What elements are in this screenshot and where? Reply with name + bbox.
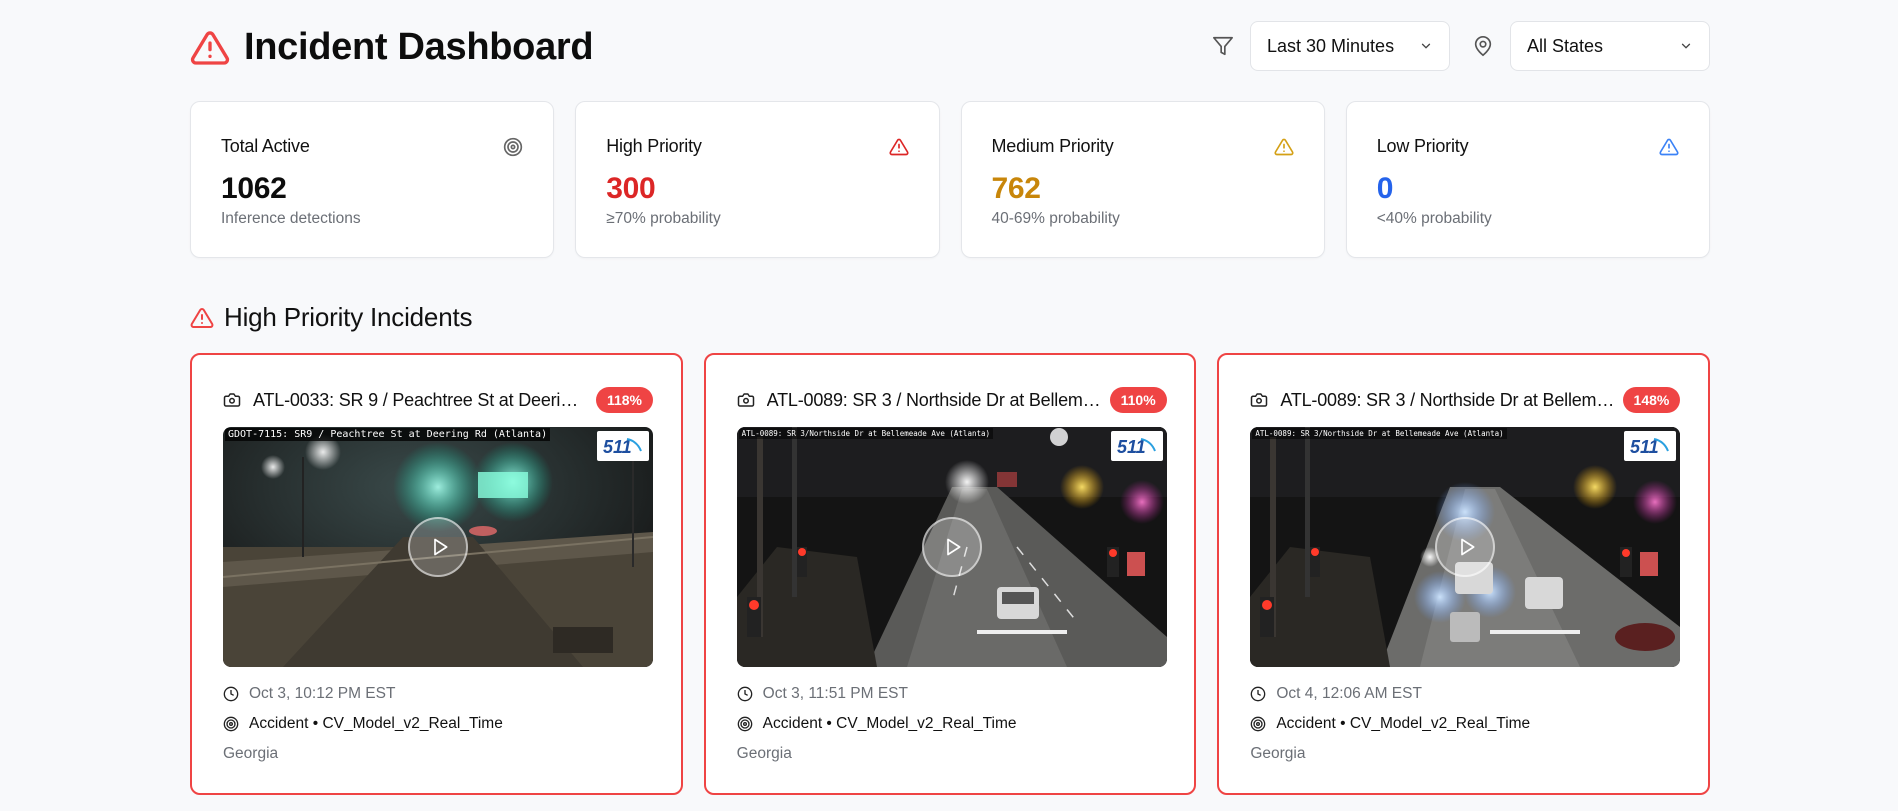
chevron-down-icon — [1681, 43, 1691, 49]
camera-feed[interactable]: GDOT-7115: SR9 / Peachtree St at Deering… — [223, 427, 653, 667]
clock-icon — [737, 686, 753, 702]
camera-icon — [1251, 393, 1268, 407]
clock-icon — [1251, 686, 1266, 702]
incident-card-header: ATL-0089: SR 3 / Northside Dr at Belleme… — [1250, 385, 1681, 415]
camera-banner: ATL-0089: SR 3/Northside Dr at Bellemead… — [738, 428, 994, 439]
alert-triangle-icon — [888, 138, 909, 156]
camera-banner: ATL-0089: SR 3/Northside Dr at Bellemead… — [1252, 428, 1507, 439]
stat-value: 762 — [991, 172, 1041, 205]
filter-icon — [1213, 36, 1233, 56]
play-icon — [947, 538, 961, 556]
incident-state: Georgia — [1250, 745, 1306, 762]
incident-title: ATL-0033: SR 9 / Peachtree St at Deering… — [253, 389, 588, 410]
stat-card-high: High Priority 300 ≥70% probability — [575, 101, 940, 258]
incident-type-text: Accident • CV_Model_v2_Real_Time — [1276, 715, 1531, 732]
chevron-down-icon — [1421, 43, 1431, 49]
incident-type: Accident • CV_Model_v2_Real_Time — [737, 715, 1017, 733]
time-range-select[interactable]: Last 30 Minutes — [1250, 21, 1450, 71]
state-value: All States — [1527, 35, 1604, 56]
clock-icon — [223, 686, 239, 702]
alert-triangle-icon — [1274, 138, 1294, 156]
stat-card-total: Total Active 1062 Inference detections — [190, 101, 555, 258]
play-button[interactable] — [1435, 517, 1496, 577]
probability-badge: 110% — [1109, 387, 1167, 413]
camera-feed[interactable]: ATL-0089: SR 3/Northside Dr at Bellemead… — [1250, 427, 1681, 667]
time-range-value: Last 30 Minutes — [1267, 35, 1395, 56]
stat-card-medium: Medium Priority 762 40-69% probability — [960, 101, 1325, 258]
header: Incident Dashboard Last 30 Minutes All S… — [190, 21, 1710, 74]
play-button[interactable] — [921, 517, 982, 577]
camera-feed[interactable]: ATL-0089: SR 3/Northside Dr at Bellemead… — [736, 427, 1167, 667]
stat-value: 1062 — [221, 172, 287, 205]
incident-card-header: ATL-0033: SR 9 / Peachtree St at Deering… — [223, 385, 653, 415]
probability-badge: 118% — [595, 387, 653, 413]
incident-card-header: ATL-0089: SR 3 / Northside Dr at Belleme… — [737, 385, 1167, 415]
section-title: High Priority Incidents — [224, 302, 473, 332]
stat-label: Low Priority — [1376, 136, 1469, 156]
target-icon — [1251, 716, 1266, 732]
play-button[interactable] — [408, 517, 468, 577]
alert-triangle-icon — [190, 30, 230, 65]
camera-icon — [737, 393, 754, 407]
stat-value: 0 — [1376, 172, 1394, 205]
incident-card[interactable]: ATL-0089: SR 3 / Northside Dr at Belleme… — [1217, 353, 1711, 795]
title-wrap: Incident Dashboard — [190, 26, 594, 69]
incident-card[interactable]: ATL-0033: SR 9 / Peachtree St at Deering… — [190, 353, 683, 795]
stat-label: High Priority — [606, 136, 702, 156]
stats-row: Total Active 1062 Inference detections H… — [190, 101, 1710, 258]
play-icon — [433, 538, 447, 556]
incident-type-text: Accident • CV_Model_v2_Real_Time — [249, 715, 503, 732]
stat-label: Total Active — [221, 136, 310, 156]
stat-value: 300 — [606, 172, 656, 205]
probability-badge: 148% — [1622, 387, 1681, 413]
incident-list: ATL-0033: SR 9 / Peachtree St at Deering… — [190, 353, 1711, 795]
stat-label: Medium Priority — [991, 136, 1114, 156]
incident-title: ATL-0089: SR 3 / Northside Dr at Belleme… — [1280, 389, 1615, 410]
section-heading: High Priority Incidents — [190, 302, 472, 333]
incident-type: Accident • CV_Model_v2_Real_Time — [1250, 715, 1530, 733]
511-logo: 511 — [1110, 431, 1163, 461]
incident-state: Georgia — [223, 745, 279, 762]
511-logo: 511 — [597, 431, 649, 461]
incident-card[interactable]: ATL-0089: SR 3 / Northside Dr at Belleme… — [703, 353, 1197, 795]
filters: Last 30 Minutes All States — [1212, 21, 1710, 71]
incident-time: Oct 4, 12:06 AM EST — [1250, 685, 1422, 703]
stat-sub: ≥70% probability — [606, 210, 721, 227]
511-logo: 511 — [1624, 431, 1677, 461]
play-icon — [1461, 538, 1475, 556]
alert-triangle-icon — [1659, 138, 1679, 156]
target-icon — [504, 137, 523, 157]
camera-banner: GDOT-7115: SR9 / Peachtree St at Deering… — [225, 428, 551, 441]
incident-state: Georgia — [736, 745, 792, 762]
incident-title: ATL-0089: SR 3 / Northside Dr at Belleme… — [766, 389, 1102, 410]
map-pin-icon — [1474, 36, 1492, 57]
incident-time-text: Oct 3, 10:12 PM EST — [249, 685, 396, 702]
stat-sub: <40% probability — [1376, 210, 1492, 227]
alert-triangle-icon — [190, 307, 214, 328]
stat-card-low: Low Priority 0 <40% probability — [1345, 101, 1710, 258]
incident-time-text: Oct 4, 12:06 AM EST — [1276, 685, 1422, 702]
stat-sub: 40-69% probability — [991, 210, 1120, 227]
incident-time: Oct 3, 10:12 PM EST — [223, 685, 395, 703]
incident-time: Oct 3, 11:51 PM EST — [737, 685, 908, 703]
stat-sub: Inference detections — [221, 210, 361, 227]
state-select[interactable]: All States — [1510, 21, 1710, 71]
target-icon — [223, 716, 239, 732]
camera-icon — [223, 393, 241, 407]
incident-type: Accident • CV_Model_v2_Real_Time — [223, 715, 503, 733]
incident-time-text: Oct 3, 11:51 PM EST — [762, 685, 908, 702]
page-title: Incident Dashboard — [244, 26, 594, 68]
incident-type-text: Accident • CV_Model_v2_Real_Time — [762, 715, 1017, 732]
target-icon — [737, 716, 753, 732]
